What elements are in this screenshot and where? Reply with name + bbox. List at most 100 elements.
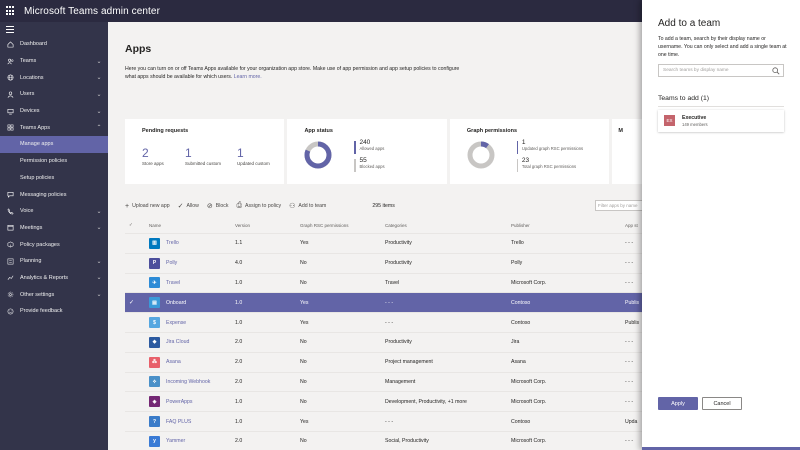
stat-store-apps[interactable]: 2 Store apps — [142, 146, 164, 166]
stat-updated-custom[interactable]: 1 Updated custom — [237, 146, 270, 166]
row-checkbox[interactable] — [129, 432, 139, 450]
app-name-link[interactable]: Yammer — [166, 438, 185, 444]
header-categories[interactable]: Categories — [385, 217, 505, 233]
sidebar-item-voice[interactable]: Voice ⌄ — [0, 203, 108, 220]
table-row[interactable]: ◈ PowerApps 1.0 No Development, Productivity… — [125, 392, 642, 413]
app-name-cell[interactable]: y Yammer — [149, 432, 229, 450]
header-publisher[interactable]: Publisher — [511, 217, 621, 233]
app-name-link[interactable]: Asana — [166, 359, 181, 365]
app-name-cell[interactable]: $ Expense — [149, 313, 229, 332]
app-name-link[interactable]: Jira Cloud — [166, 339, 189, 345]
sidebar-item-policy-packages[interactable]: Policy packages — [0, 236, 108, 253]
header-app-status[interactable]: App st — [625, 217, 642, 233]
cancel-button[interactable]: Cancel — [702, 397, 742, 410]
sidebar-item-other-settings[interactable]: Other settings ⌄ — [0, 286, 108, 303]
stat-submitted-custom[interactable]: 1 Submitted custom — [185, 146, 221, 166]
app-name-link[interactable]: Polly — [166, 260, 177, 266]
row-checkbox[interactable] — [129, 254, 139, 273]
sidebar-item-teams[interactable]: Teams ⌄ — [0, 53, 108, 70]
table-body: ▥ Trello 1.1 Yes Productivity Trello - - - P Pol… — [125, 234, 642, 450]
search-icon[interactable] — [772, 67, 780, 75]
allowed-apps-caption: Allowed apps — [359, 146, 385, 151]
add-to-team-button[interactable]: ⚇ Add to team — [289, 202, 326, 210]
planning-icon — [6, 257, 14, 265]
filter-apps-input[interactable]: Filter apps by name — [595, 200, 642, 211]
app-name-link[interactable]: Expense — [166, 320, 186, 326]
chevron-down-icon: ⌄ — [96, 75, 102, 82]
table-row[interactable]: ✓ ▤ Onboard 1.0 Yes - - - Contoso Publis — [125, 293, 642, 314]
app-name-cell[interactable]: ▥ Trello — [149, 234, 229, 253]
table-row[interactable]: $ Expense 1.0 Yes - - - Contoso Publis — [125, 313, 642, 333]
allow-button[interactable]: ✓ Allow — [178, 202, 199, 210]
app-name-cell[interactable]: ✈ Travel — [149, 274, 229, 293]
sidebar-item-permission-policies[interactable]: Permission policies — [0, 153, 108, 170]
row-checkbox[interactable] — [129, 333, 139, 352]
sidebar-item-users[interactable]: Users ⌄ — [0, 86, 108, 103]
row-checkbox[interactable] — [129, 313, 139, 332]
row-checkbox[interactable]: ✓ — [129, 293, 139, 312]
upload-new-app-button[interactable]: + Upload new app — [125, 203, 170, 210]
app-name-cell[interactable]: P Polly — [149, 254, 229, 273]
app-name-link[interactable]: Onboard — [166, 300, 186, 306]
app-name-link[interactable]: Travel — [166, 280, 180, 286]
sidebar-item-analytics-reports[interactable]: Analytics & Reports ⌄ — [0, 270, 108, 287]
assign-to-policy-button[interactable]: ⎙ Assign to policy — [236, 202, 281, 210]
app-launcher-icon[interactable] — [6, 6, 16, 16]
version-cell: 1.0 — [235, 418, 243, 425]
updated-graph-caption: Updated graph RSC permissions — [521, 146, 584, 151]
app-name-link[interactable]: FAQ PLUS — [166, 419, 191, 425]
sidebar-item-provide-feedback[interactable]: Provide feedback — [0, 303, 108, 320]
table-row[interactable]: ✈ Travel 1.0 No Travel Microsoft Corp. - - - — [125, 274, 642, 294]
graph-rsc-cell: No — [300, 260, 307, 267]
table-row[interactable]: P Polly 4.0 No Productivity Polly - - - — [125, 254, 642, 274]
app-status-card: App status 240 Allowed apps 55 Blocked a… — [287, 119, 447, 184]
intro-text: Here you can turn on or off Teams Apps a… — [125, 66, 460, 80]
team-name: Executive — [682, 115, 707, 121]
table-row[interactable]: ▥ Trello 1.1 Yes Productivity Trello - - - — [125, 234, 642, 254]
app-name-cell[interactable]: ⟡ Incoming Webhook — [149, 373, 229, 392]
row-checkbox[interactable] — [129, 392, 139, 411]
app-name-link[interactable]: Incoming Webhook — [166, 379, 210, 385]
row-checkbox[interactable] — [129, 373, 139, 392]
row-checkbox[interactable] — [129, 353, 139, 372]
table-row[interactable]: ⁂ Asana 2.0 No Project management Asana - - - — [125, 353, 642, 373]
apps-table: ✓ Name Version Graph RSC permissions Cat… — [125, 217, 642, 450]
header-graph-rsc[interactable]: Graph RSC permissions — [300, 217, 380, 233]
row-checkbox[interactable] — [129, 412, 139, 431]
table-row[interactable]: ◆ Jira Cloud 2.0 No Productivity Jira - - - — [125, 333, 642, 353]
main-content: Apps Here you can turn on or off Teams A… — [108, 22, 642, 450]
hamburger-menu-icon[interactable] — [0, 22, 108, 36]
team-search-input[interactable]: Search teams by display name — [658, 64, 784, 77]
row-checkbox[interactable] — [129, 274, 139, 293]
sidebar-item-setup-policies[interactable]: Setup policies — [0, 170, 108, 187]
learn-more-link[interactable]: Learn more. — [234, 74, 262, 80]
header-version[interactable]: Version — [235, 217, 285, 233]
app-name-cell[interactable]: ◈ PowerApps — [149, 392, 229, 411]
apply-button[interactable]: Apply — [658, 397, 698, 410]
app-name-cell[interactable]: ▤ Onboard — [149, 293, 229, 312]
table-row[interactable]: y Yammer 2.0 No Social, Productivity Microsof… — [125, 432, 642, 450]
teams-to-add-heading: Teams to add (1) — [658, 95, 709, 102]
sidebar-item-meetings[interactable]: Meetings ⌄ — [0, 220, 108, 237]
app-name-link[interactable]: Trello — [166, 240, 179, 246]
sidebar-item-planning[interactable]: Planning ⌄ — [0, 253, 108, 270]
sidebar-item-devices[interactable]: Devices ⌄ — [0, 103, 108, 120]
table-row[interactable]: ? FAQ PLUS 1.0 Yes - - - Contoso Upda — [125, 412, 642, 432]
sidebar-item-teams-apps[interactable]: Teams Apps ⌃ — [0, 119, 108, 136]
app-name-cell[interactable]: ? FAQ PLUS — [149, 412, 229, 431]
categories-cell: - - - — [385, 299, 394, 306]
header-name[interactable]: Name — [149, 217, 229, 233]
row-checkbox[interactable] — [129, 234, 139, 253]
app-name-cell[interactable]: ⁂ Asana — [149, 353, 229, 372]
sidebar-item-manage-apps[interactable]: Manage apps — [0, 136, 108, 153]
sidebar-item-dashboard[interactable]: Dashboard — [0, 36, 108, 53]
app-name-cell[interactable]: ◆ Jira Cloud — [149, 333, 229, 352]
app-name-link[interactable]: PowerApps — [166, 399, 193, 405]
selected-team-card[interactable]: EX Executive 149 members — [658, 110, 784, 132]
block-button[interactable]: ⊘ Block — [207, 202, 229, 210]
panel-description: To add a team, search by their display n… — [658, 36, 787, 58]
table-row[interactable]: ⟡ Incoming Webhook 2.0 No Management Microsof… — [125, 373, 642, 393]
sidebar-item-locations[interactable]: Locations ⌄ — [0, 69, 108, 86]
select-all-checkbox[interactable]: ✓ — [129, 217, 139, 233]
sidebar-item-messaging-policies[interactable]: Messaging policies — [0, 186, 108, 203]
